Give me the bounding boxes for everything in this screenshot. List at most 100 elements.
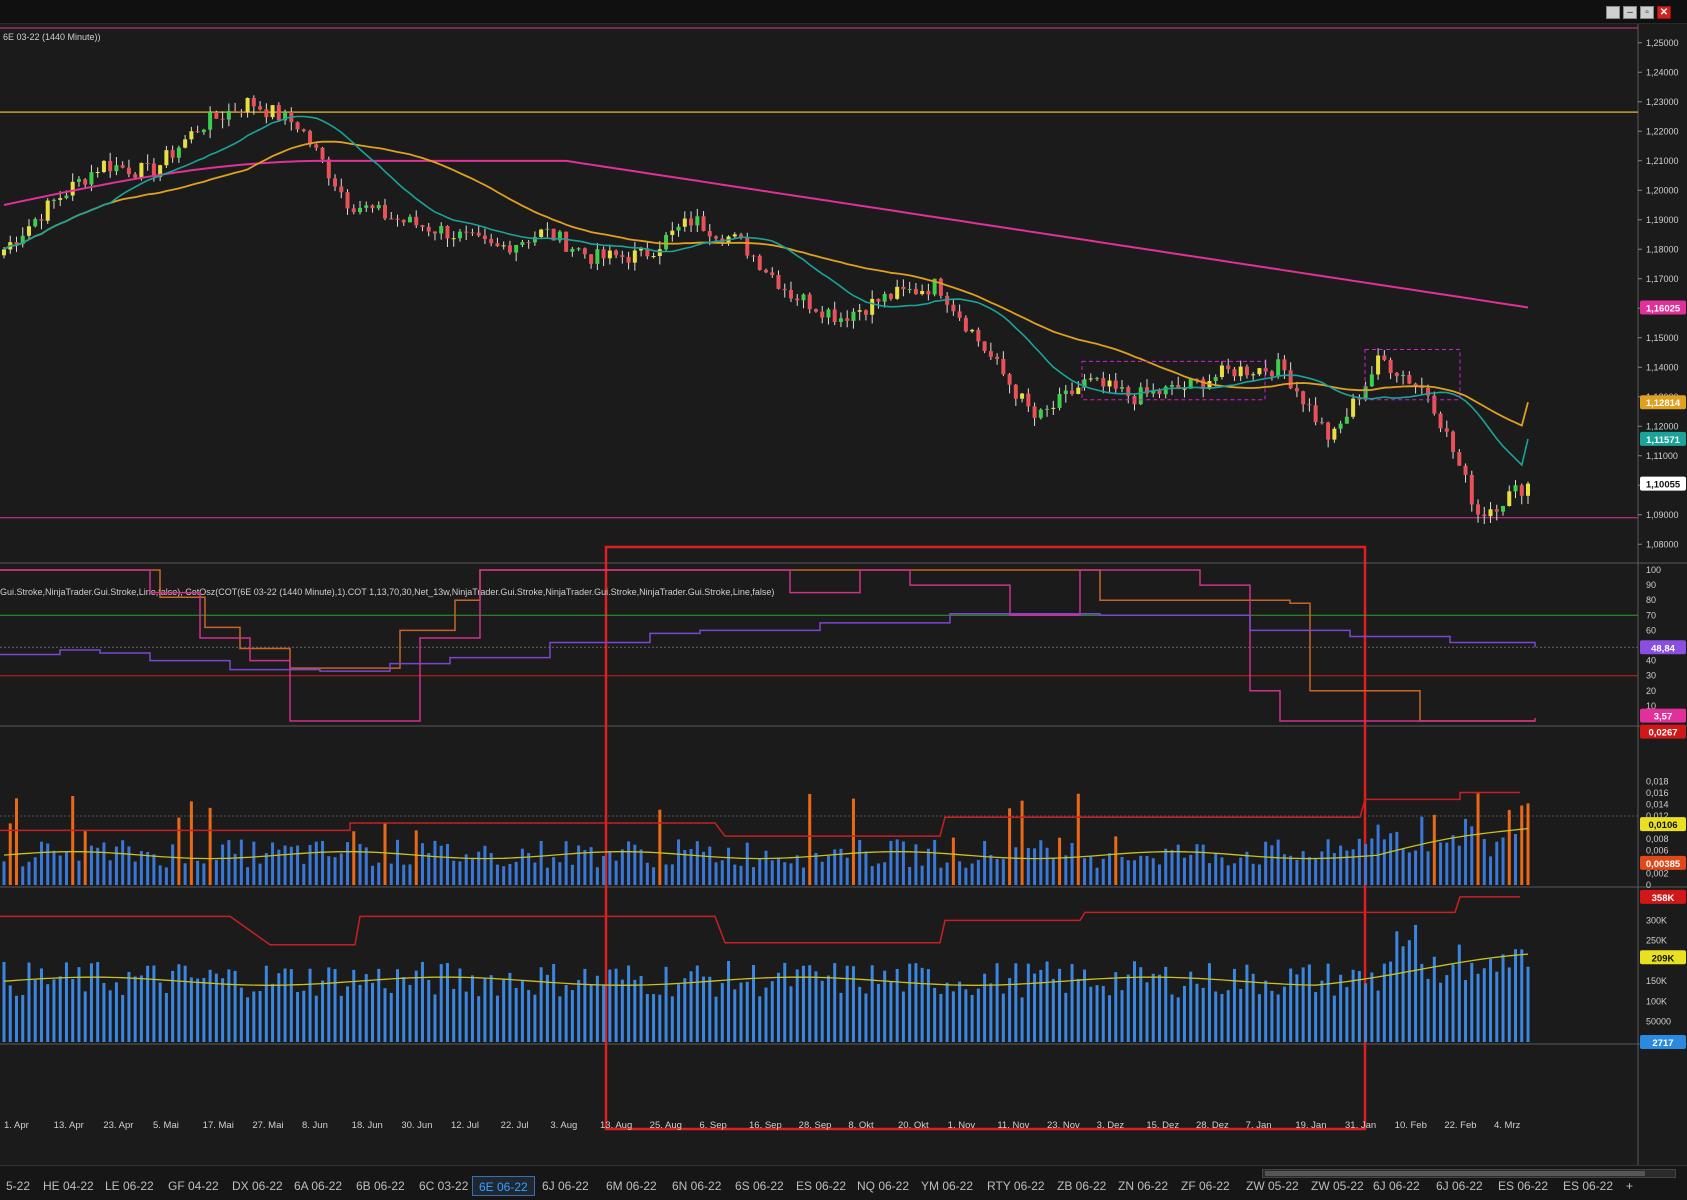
instrument-tab[interactable]: ZW 05-22: [1305, 1176, 1370, 1196]
range-tick-label: 0,006: [1646, 846, 1669, 856]
range-bar: [158, 865, 162, 885]
volume-bar: [864, 993, 868, 1042]
volume-bar: [52, 979, 56, 1042]
instrument-tab[interactable]: 6N 06-22: [666, 1176, 727, 1196]
range-bar: [514, 861, 518, 885]
instrument-tab[interactable]: 6B 06-22: [350, 1176, 411, 1196]
price-tick-label: 1,22000: [1646, 126, 1679, 136]
candle-body: [264, 109, 269, 118]
range-bar: [308, 844, 312, 885]
tile-icon[interactable]: [1606, 6, 1620, 19]
price-tick-label: 1,08000: [1646, 539, 1679, 549]
volume-bar: [683, 978, 687, 1042]
cot-tick-label: 90: [1646, 580, 1656, 590]
candle-body: [788, 290, 793, 299]
instrument-tab[interactable]: ES 06-22: [790, 1176, 852, 1196]
instrument-tab[interactable]: 6S 06-22: [729, 1176, 790, 1196]
instrument-tab[interactable]: RTY 06-22: [981, 1176, 1051, 1196]
candle-body: [314, 144, 319, 148]
range-bar: [52, 850, 56, 885]
candle-body: [1519, 485, 1524, 496]
instrument-tab[interactable]: 6E 06-22: [472, 1176, 535, 1196]
range-bar: [1214, 853, 1218, 885]
volume-bar: [627, 965, 631, 1042]
volume-bar: [1220, 993, 1224, 1042]
candle-body: [851, 311, 856, 321]
instrument-tab[interactable]: ZB 06-22: [1051, 1176, 1112, 1196]
volume-bar: [83, 991, 87, 1042]
volume-bar: [620, 979, 624, 1042]
volume-bar: [1476, 973, 1480, 1042]
instrument-tab[interactable]: 6J 06-22: [1367, 1176, 1426, 1196]
range-bar: [1251, 863, 1255, 885]
volume-bar: [639, 975, 643, 1042]
volume-bar: [1120, 990, 1124, 1042]
candle-body: [1313, 405, 1318, 423]
volume-bar: [221, 978, 225, 1042]
candle-body: [1501, 505, 1506, 512]
range-bar: [1457, 845, 1461, 885]
range-bar: [321, 840, 325, 885]
instrument-tab[interactable]: ZF 06-22: [1175, 1176, 1236, 1196]
candle-body: [120, 165, 125, 168]
volume-bar: [321, 980, 325, 1042]
volume-bar: [1170, 994, 1174, 1042]
range-bar: [826, 855, 830, 885]
instrument-tab[interactable]: 6J 06-22: [1430, 1176, 1489, 1196]
candle-body: [326, 159, 331, 179]
candle-body: [845, 318, 850, 321]
candle-body: [1257, 368, 1262, 375]
instrument-tab[interactable]: LE 06-22: [99, 1176, 160, 1196]
instrument-tab[interactable]: 6C 03-22: [413, 1176, 474, 1196]
candle-body: [457, 231, 462, 239]
range-bar: [552, 857, 556, 885]
range-bar: [1489, 856, 1493, 885]
instrument-tab[interactable]: ZW 05-22: [1240, 1176, 1305, 1196]
range-bar: [502, 866, 506, 885]
candle-body: [370, 205, 375, 209]
instrument-tab[interactable]: 5-22: [0, 1176, 36, 1196]
range-bar: [652, 867, 656, 885]
instrument-tab[interactable]: 6M 06-22: [600, 1176, 663, 1196]
instrument-tab[interactable]: GF 04-22: [162, 1176, 225, 1196]
instrument-tab[interactable]: 6A 06-22: [288, 1176, 348, 1196]
volume-bar: [289, 969, 293, 1042]
candle-body: [376, 205, 381, 209]
range-bar: [227, 840, 231, 885]
instrument-tab[interactable]: DX 06-22: [226, 1176, 289, 1196]
minimize-button[interactable]: –: [1623, 6, 1637, 19]
volume-bar: [1101, 985, 1105, 1042]
chart-area[interactable]: 6E 03-22 (1440 Minute)) 1,25000 1,24000 1,2…: [0, 24, 1687, 1165]
instrument-tab[interactable]: YM 06-22: [915, 1176, 979, 1196]
volume-bar: [1520, 949, 1524, 1042]
volume-bar: [1145, 982, 1149, 1042]
instrument-tab[interactable]: ZN 06-22: [1112, 1176, 1174, 1196]
close-button[interactable]: ✕: [1657, 6, 1671, 19]
candle-body: [1232, 369, 1237, 377]
volume-bar: [127, 971, 131, 1042]
volume-bar: [1314, 992, 1318, 1042]
volume-bar: [1001, 993, 1005, 1042]
restore-button[interactable]: ▫: [1640, 6, 1654, 19]
volume-bar: [1507, 967, 1511, 1042]
candle-body: [26, 226, 31, 236]
range-bar: [364, 847, 368, 885]
range-bar: [645, 862, 649, 885]
candle-body: [83, 179, 88, 185]
candle-body: [1051, 407, 1056, 409]
instrument-tab[interactable]: 6J 06-22: [536, 1176, 595, 1196]
volume-bar: [139, 975, 143, 1042]
range-bar: [1170, 850, 1174, 885]
volume-bar: [733, 989, 737, 1042]
instrument-tab[interactable]: ES 06-22: [1557, 1176, 1619, 1196]
add-tab-button[interactable]: +: [1620, 1176, 1639, 1196]
candle-body: [358, 207, 363, 213]
candle-body: [476, 232, 481, 236]
instrument-tab[interactable]: ES 06-22: [1492, 1176, 1554, 1196]
candle-body: [95, 172, 100, 174]
instrument-tab[interactable]: HE 04-22: [37, 1176, 100, 1196]
instrument-tab[interactable]: NQ 06-22: [851, 1176, 915, 1196]
volume-bar: [420, 961, 424, 1042]
range-bar: [1282, 854, 1286, 885]
volume-bar: [502, 979, 506, 1042]
